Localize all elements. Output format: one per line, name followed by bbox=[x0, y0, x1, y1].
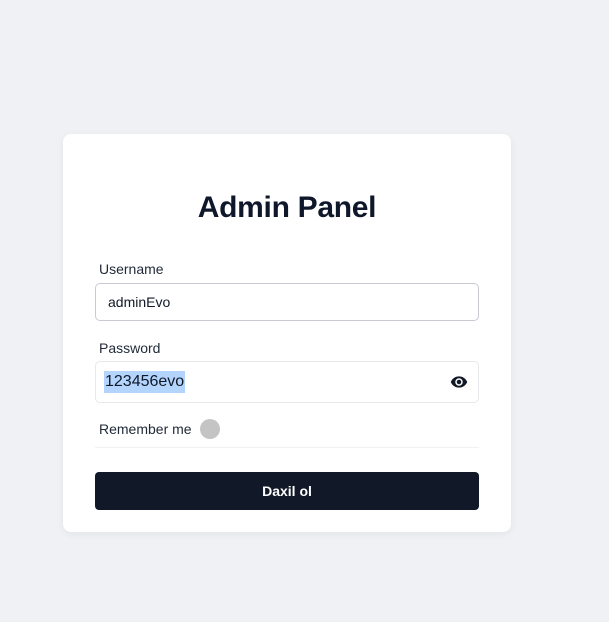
remember-toggle[interactable] bbox=[199, 419, 220, 439]
username-field[interactable]: adminEvo bbox=[95, 283, 479, 321]
password-label: Password bbox=[99, 340, 161, 356]
password-field[interactable]: 123456evo bbox=[95, 361, 479, 403]
eye-icon[interactable] bbox=[449, 373, 469, 391]
username-label: Username bbox=[99, 261, 164, 277]
page-title: Admin Panel bbox=[197, 191, 377, 224]
login-button[interactable]: Daxil ol bbox=[95, 472, 479, 510]
remember-label: Remember me bbox=[99, 421, 192, 437]
remember-row: Remember me bbox=[95, 411, 479, 448]
password-value[interactable]: 123456evo bbox=[104, 371, 186, 393]
login-form: Username adminEvo Password 123456evo Rem… bbox=[95, 261, 479, 510]
login-card: Admin Panel Username adminEvo Password 1… bbox=[63, 134, 511, 532]
